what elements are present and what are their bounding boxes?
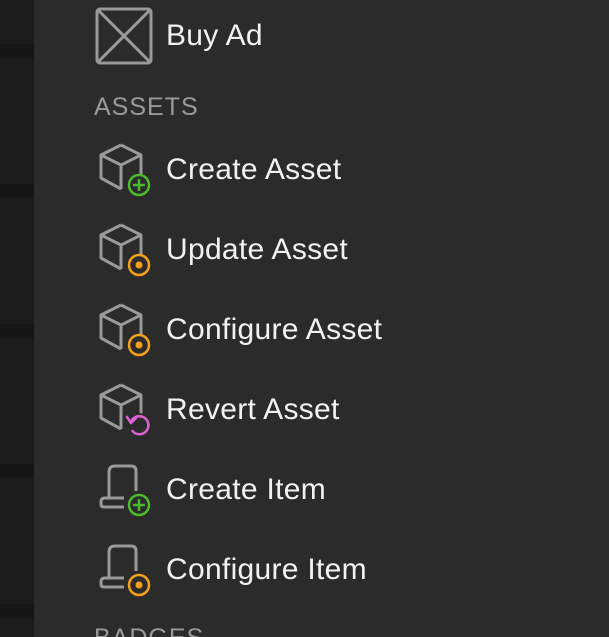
cube-revert-icon	[94, 380, 154, 440]
background-divider	[0, 464, 34, 478]
menu-item-buy-ad[interactable]: Buy Ad	[94, 6, 263, 66]
menu-item-create-item[interactable]: Create Item	[94, 460, 326, 520]
cube-update-icon	[94, 220, 154, 280]
menu-item-label: Revert Asset	[166, 393, 340, 426]
background-divider	[0, 184, 34, 198]
menu-item-label: Configure Item	[166, 553, 367, 586]
menu-item-label: Create Item	[166, 473, 327, 506]
placeholder-image-icon	[94, 6, 154, 66]
background-window	[0, 0, 34, 637]
scroll-add-icon	[94, 460, 154, 520]
menu-item-update-asset[interactable]: Update Asset	[94, 220, 348, 280]
background-divider	[0, 324, 34, 338]
cube-add-icon	[94, 140, 154, 200]
menu-item-label: Create Asset	[166, 153, 342, 186]
background-divider	[0, 604, 34, 618]
menu-item-configure-item[interactable]: Configure Item	[94, 540, 367, 600]
context-menu: Buy Ad ASSETS Create Asset Update Asset	[34, 0, 609, 637]
background-divider	[0, 44, 34, 58]
section-header-assets: ASSETS	[94, 93, 199, 121]
menu-item-label: Buy Ad	[166, 19, 263, 52]
scroll-configure-icon	[94, 540, 154, 600]
menu-item-label: Configure Asset	[166, 313, 383, 346]
menu-item-revert-asset[interactable]: Revert Asset	[94, 380, 340, 440]
menu-item-create-asset[interactable]: Create Asset	[94, 140, 341, 200]
section-header-badges: BADGES	[94, 624, 204, 637]
cube-configure-icon	[94, 300, 154, 360]
menu-item-label: Update Asset	[166, 233, 349, 266]
menu-item-configure-asset[interactable]: Configure Asset	[94, 300, 382, 360]
